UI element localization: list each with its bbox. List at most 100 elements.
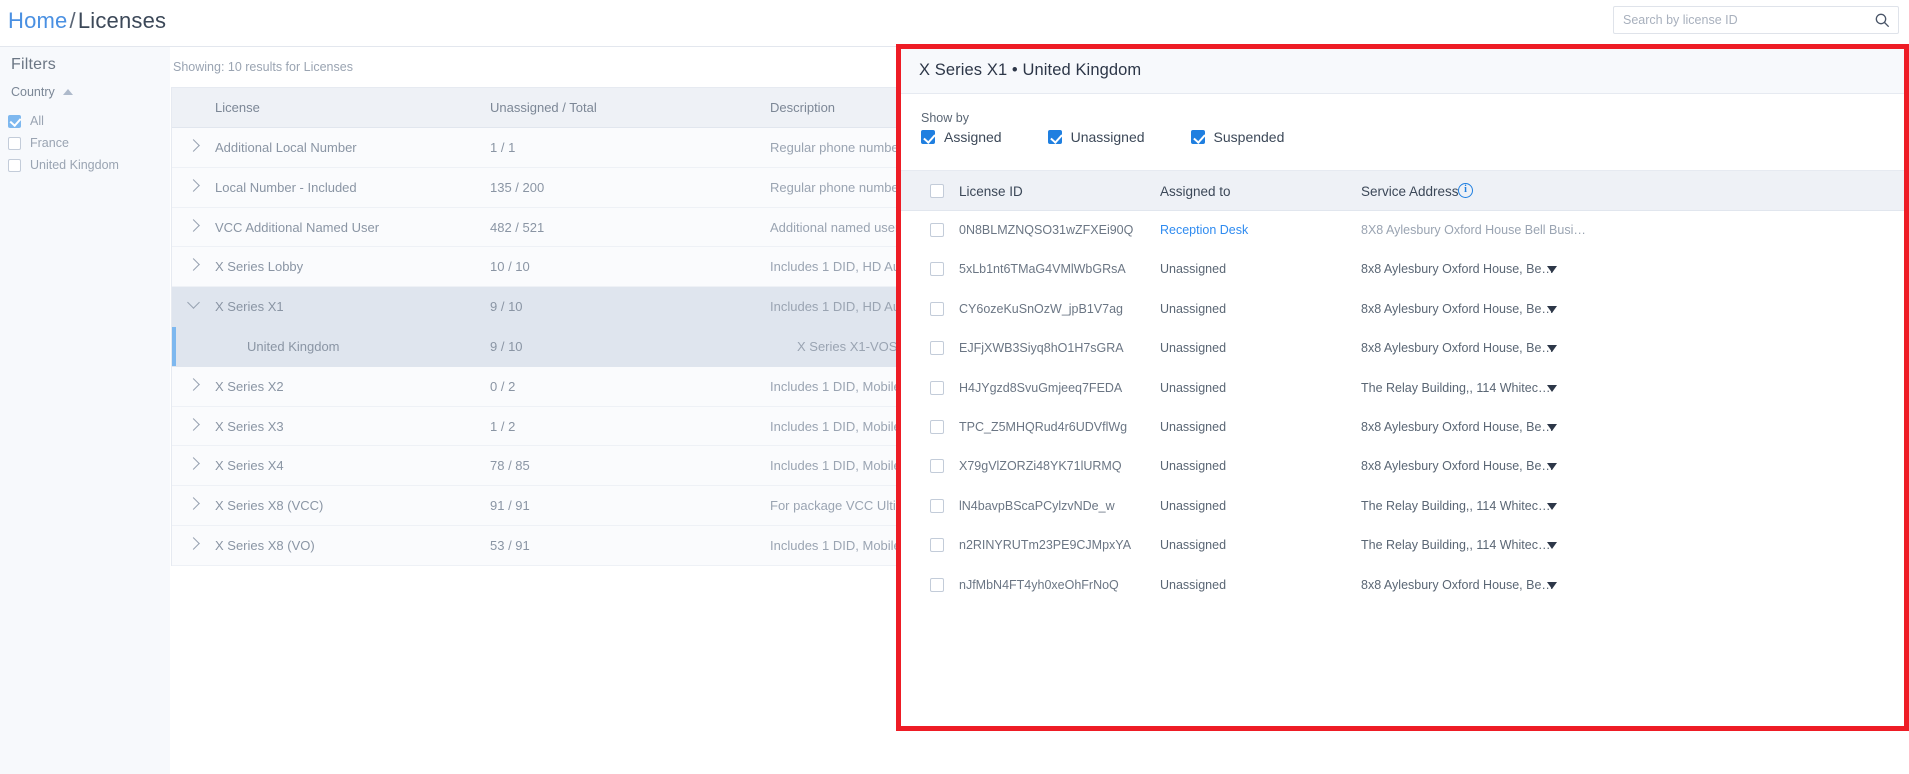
sort-ascending-caret-icon[interactable] [63, 89, 73, 95]
row-license-id: CY6ozeKuSnOzW_jpB1V7ag [959, 301, 1123, 316]
show-by-assigned-label: Assigned [944, 129, 1002, 145]
chevron-right-icon[interactable] [187, 218, 200, 232]
row-service-address: The Relay Building,, 114 Whitec… [1361, 498, 1551, 513]
list-item[interactable]: n2RINYRUTm23PE9CJMpxYA Unassigned The Re… [901, 526, 1904, 565]
row-license-id: lN4bavpBScaPCylzvNDe_w [959, 498, 1115, 513]
row-license-name: X Series X8 (VO) [215, 537, 315, 553]
list-item[interactable]: X79gVlZORZi48YK71lURMQ Unassigned 8x8 Ay… [901, 447, 1904, 486]
row-license-count: 91 / 91 [490, 498, 530, 514]
list-item[interactable]: 5xLb1nt6TMaG4VMlWbGRsA Unassigned 8x8 Ay… [901, 250, 1904, 289]
filter-france-checkbox[interactable] [8, 136, 21, 150]
row-license-id: H4JYgzd8SvuGmjeeq7FEDA [959, 380, 1123, 395]
chevron-right-icon[interactable] [187, 139, 200, 152]
list-item[interactable]: EJFjXWB3Siyq8hO1H7sGRA Unassigned 8x8 Ay… [901, 329, 1904, 368]
breadcrumb-home-link[interactable]: Home [8, 8, 68, 33]
row-license-count: 78 / 85 [490, 458, 530, 474]
row-license-count: 1 / 2 [490, 418, 516, 434]
chevron-down-icon[interactable] [187, 296, 200, 310]
filter-item-france[interactable]: France [8, 132, 69, 154]
select-all-checkbox[interactable] [930, 184, 944, 198]
chevron-right-icon[interactable] [187, 258, 200, 272]
row-license-count: 0 / 2 [490, 378, 516, 394]
filter-item-united-kingdom[interactable]: United Kingdom [8, 154, 119, 176]
filter-item-all[interactable]: All [8, 110, 44, 132]
row-checkbox[interactable] [930, 459, 944, 474]
column-header-description: Description [770, 100, 836, 115]
list-item[interactable]: lN4bavpBScaPCylzvNDe_w Unassigned The Re… [901, 487, 1904, 526]
chevron-right-icon[interactable] [187, 457, 200, 471]
info-icon[interactable]: i [1458, 183, 1473, 198]
row-license-name: Local Number - Included [215, 179, 357, 195]
row-checkbox[interactable] [930, 419, 944, 434]
show-by-suspended-checkbox[interactable] [1190, 130, 1205, 144]
row-assigned-to: Unassigned [1160, 459, 1227, 474]
chevron-right-icon[interactable] [187, 377, 200, 391]
row-checkbox[interactable] [930, 498, 944, 513]
top-bar: Home/Licenses [0, 0, 1909, 47]
row-checkbox[interactable] [930, 301, 944, 316]
row-assigned-to-link[interactable]: Reception Desk [1160, 223, 1248, 237]
chevron-down-icon[interactable] [1547, 463, 1557, 471]
row-checkbox[interactable] [930, 380, 944, 395]
list-item[interactable]: CY6ozeKuSnOzW_jpB1V7ag Unassigned 8x8 Ay… [901, 290, 1904, 329]
row-license-id: TPC_Z5MHQRud4r6UDVflWg [959, 419, 1128, 434]
filter-all-checkbox[interactable] [8, 114, 21, 128]
row-checkbox[interactable] [930, 538, 944, 553]
row-license-name: X Series X3 [215, 418, 284, 434]
chevron-down-icon[interactable] [1547, 305, 1557, 313]
show-by-suspended[interactable]: Suspended [1190, 129, 1284, 145]
chevron-right-icon[interactable] [187, 417, 200, 431]
row-license-name: X Series X2 [215, 378, 284, 394]
row-service-address: 8X8 Aylesbury Oxford House Bell Busi… [1361, 223, 1586, 237]
show-by-assigned[interactable]: Assigned [921, 129, 1002, 145]
column-header-license-id: License ID [959, 184, 1023, 199]
row-checkbox[interactable] [930, 223, 944, 237]
row-license-id: 5xLb1nt6TMaG4VMlWbGRsA [959, 262, 1126, 277]
row-assigned-to: Unassigned [1160, 577, 1227, 592]
search-input[interactable] [1623, 7, 1863, 33]
row-checkbox[interactable] [930, 262, 944, 277]
chevron-right-icon[interactable] [187, 537, 200, 550]
filter-united-kingdom-label: United Kingdom [30, 158, 119, 172]
search-box[interactable] [1613, 6, 1899, 34]
row-license-id: nJfMbN4FT4yh0xeOhFrNoQ [959, 577, 1119, 592]
subrow-license-count: 9 / 10 [490, 338, 523, 354]
list-item[interactable]: H4JYgzd8SvuGmjeeq7FEDA Unassigned The Re… [901, 369, 1904, 408]
row-license-count: 10 / 10 [490, 259, 530, 275]
show-by-filters: Assigned Unassigned Suspended [921, 129, 1330, 145]
row-license-count: 1 / 1 [490, 140, 516, 155]
row-checkbox[interactable] [930, 341, 944, 356]
chevron-down-icon[interactable] [1547, 502, 1557, 510]
chevron-down-icon[interactable] [1547, 266, 1557, 274]
list-item[interactable]: nJfMbN4FT4yh0xeOhFrNoQ Unassigned 8x8 Ay… [901, 566, 1904, 605]
panel-title: X Series X1 • United Kingdom [919, 61, 1142, 79]
filter-united-kingdom-checkbox[interactable] [8, 158, 21, 172]
results-count-label: Showing: 10 results for Licenses [173, 60, 353, 74]
row-service-address: 8x8 Aylesbury Oxford House, Be… [1361, 341, 1554, 356]
show-by-assigned-checkbox[interactable] [921, 130, 935, 144]
chevron-right-icon[interactable] [187, 178, 200, 192]
row-assigned-to: Unassigned [1160, 419, 1227, 434]
chevron-down-icon[interactable] [1547, 581, 1557, 589]
row-service-address: The Relay Building,, 114 Whitec… [1361, 538, 1551, 553]
row-license-name: VCC Additional Named User [215, 219, 380, 235]
show-by-unassigned-checkbox[interactable] [1047, 130, 1062, 144]
chevron-down-icon[interactable] [1547, 384, 1557, 392]
row-license-name: X Series X8 (VCC) [215, 498, 324, 514]
row-checkbox[interactable] [930, 577, 944, 592]
chevron-down-icon[interactable] [1547, 423, 1557, 431]
row-license-id: 0N8BLMZNQSO31wZFXEi90Q [959, 223, 1134, 237]
show-by-unassigned[interactable]: Unassigned [1047, 129, 1145, 145]
chevron-down-icon[interactable] [1547, 345, 1557, 353]
chevron-down-icon[interactable] [1547, 542, 1557, 550]
search-icon[interactable] [1874, 12, 1890, 28]
row-assigned-to: Unassigned [1160, 380, 1227, 395]
row-service-address: 8x8 Aylesbury Oxford House, Be… [1361, 262, 1554, 277]
list-item[interactable]: TPC_Z5MHQRud4r6UDVflWg Unassigned 8x8 Ay… [901, 408, 1904, 447]
chevron-right-icon[interactable] [187, 497, 200, 511]
list-item[interactable]: 0N8BLMZNQSO31wZFXEi90Q Reception Desk 8X… [901, 211, 1904, 250]
filters-sidebar: Filters Country All France United Kingdo… [0, 47, 170, 774]
filter-france-label: France [30, 136, 69, 150]
column-header-service-address: Service Address [1361, 184, 1459, 199]
row-service-address: 8x8 Aylesbury Oxford House, Be… [1361, 301, 1554, 316]
